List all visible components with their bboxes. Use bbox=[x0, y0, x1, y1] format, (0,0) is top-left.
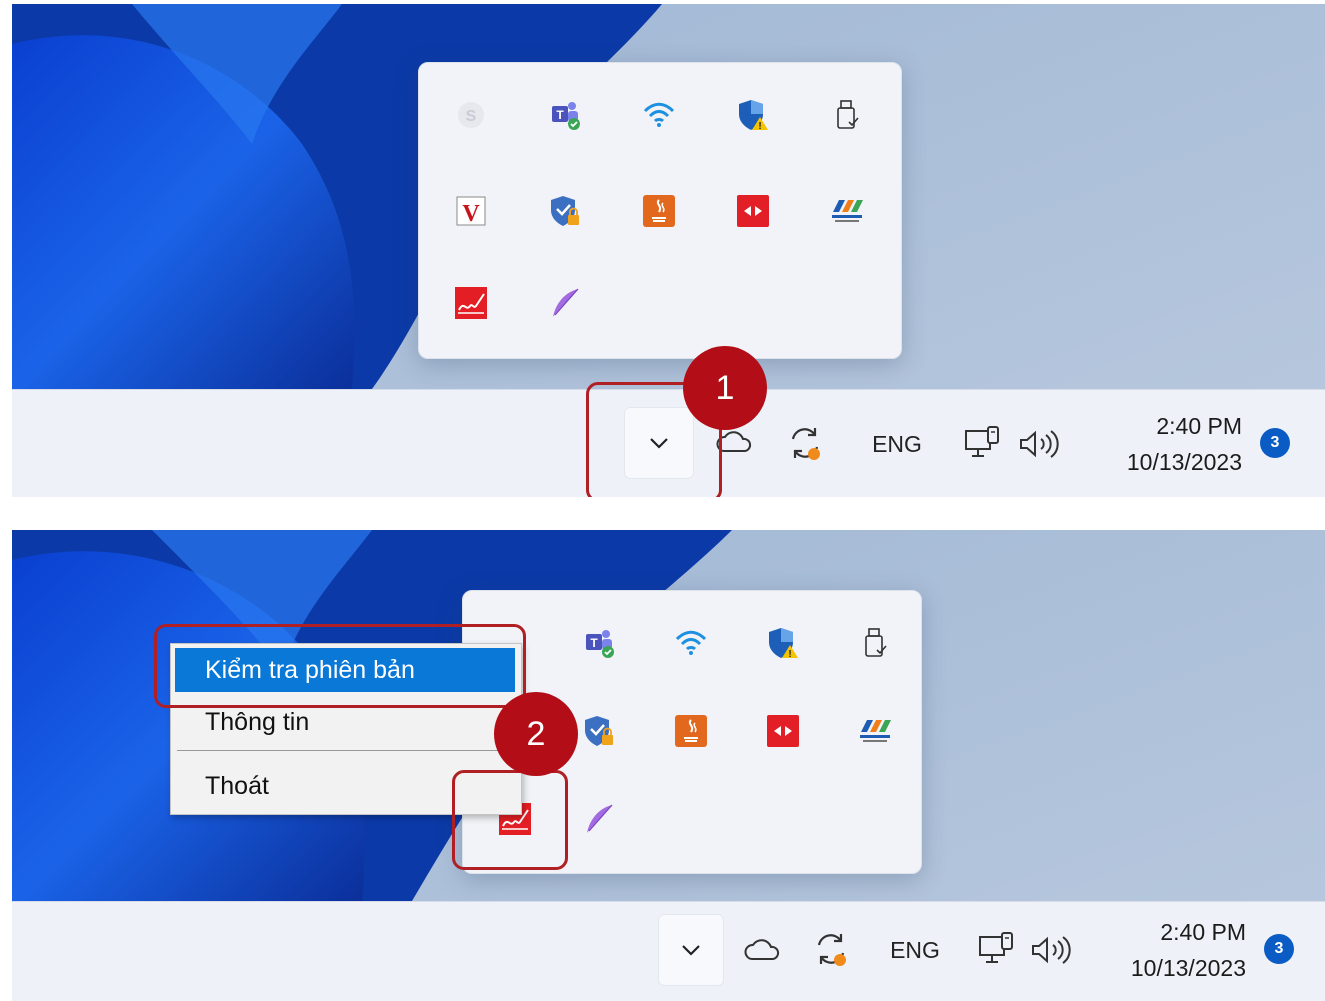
usb-eject-icon[interactable] bbox=[829, 97, 865, 133]
clock-date: 10/13/2023 bbox=[1126, 449, 1242, 475]
usb-eject-icon[interactable] bbox=[857, 625, 893, 661]
svg-text:!: ! bbox=[758, 121, 761, 132]
menu-separator bbox=[177, 750, 513, 751]
teamviewer-icon[interactable] bbox=[765, 713, 801, 749]
step-badge-1: 1 bbox=[683, 346, 767, 430]
hidden-icons-flyout: S T ! V bbox=[418, 62, 902, 359]
digital-signature-icon[interactable] bbox=[453, 285, 489, 321]
vpn-shield-icon[interactable] bbox=[547, 193, 583, 229]
java-icon[interactable] bbox=[673, 713, 709, 749]
teams-icon[interactable]: T bbox=[581, 625, 617, 661]
svg-text:S: S bbox=[466, 108, 477, 125]
network-icon[interactable] bbox=[976, 930, 1018, 970]
security-warning-icon[interactable]: ! bbox=[765, 625, 801, 661]
notification-count-badge[interactable]: 3 bbox=[1260, 428, 1290, 458]
clock-date: 10/13/2023 bbox=[1130, 955, 1246, 981]
step-badge-2: 2 bbox=[494, 692, 578, 776]
language-indicator[interactable]: ENG bbox=[880, 932, 950, 968]
onedrive-cloud-icon[interactable] bbox=[740, 932, 784, 968]
volume-icon[interactable] bbox=[1016, 424, 1062, 464]
chevron-down-icon bbox=[682, 945, 700, 956]
system-clock[interactable]: 2:40 PM 10/13/2023 bbox=[1092, 914, 1246, 986]
teamviewer-icon[interactable] bbox=[735, 193, 771, 229]
screenshot-step-2: T ! Kiểm tra phiên bản Thông tin Thoát E… bbox=[12, 530, 1325, 1001]
svg-text:T: T bbox=[556, 108, 564, 122]
quill-feather-icon[interactable] bbox=[547, 285, 583, 321]
notification-count-badge[interactable]: 3 bbox=[1264, 934, 1294, 964]
fpt-logo-icon[interactable] bbox=[829, 193, 865, 229]
system-clock[interactable]: 2:40 PM 10/13/2023 bbox=[1088, 408, 1242, 480]
vpn-shield-icon[interactable] bbox=[581, 713, 617, 749]
volume-icon[interactable] bbox=[1028, 930, 1074, 970]
sync-update-icon[interactable] bbox=[808, 926, 854, 972]
taskbar: ENG 2:40 PM 10/13/2023 3 bbox=[12, 901, 1325, 1001]
network-icon[interactable] bbox=[962, 424, 1004, 464]
wifi-icon[interactable] bbox=[641, 97, 677, 133]
svg-text:!: ! bbox=[788, 649, 791, 660]
quill-feather-icon[interactable] bbox=[581, 801, 617, 837]
v-app-icon[interactable]: V bbox=[453, 193, 489, 229]
svg-text:V: V bbox=[462, 201, 480, 227]
clock-time: 2:40 PM bbox=[1160, 919, 1246, 945]
security-warning-icon[interactable]: ! bbox=[735, 97, 771, 133]
callout-highlight-menu-item bbox=[154, 624, 526, 708]
svg-text:T: T bbox=[590, 636, 598, 650]
callout-highlight-tray-icon bbox=[452, 770, 568, 870]
fpt-logo-icon[interactable] bbox=[857, 713, 893, 749]
java-icon[interactable] bbox=[641, 193, 677, 229]
wifi-icon[interactable] bbox=[673, 625, 709, 661]
sync-update-icon[interactable] bbox=[782, 420, 828, 466]
screenshot-step-1: S T ! V ENG 2:40 PM 10/13/2023 3 1 bbox=[12, 4, 1325, 497]
teams-icon[interactable]: T bbox=[547, 97, 583, 133]
language-indicator[interactable]: ENG bbox=[862, 426, 932, 462]
skype-icon[interactable]: S bbox=[453, 97, 489, 133]
show-hidden-icons-button[interactable] bbox=[658, 914, 724, 986]
clock-time: 2:40 PM bbox=[1156, 413, 1242, 439]
